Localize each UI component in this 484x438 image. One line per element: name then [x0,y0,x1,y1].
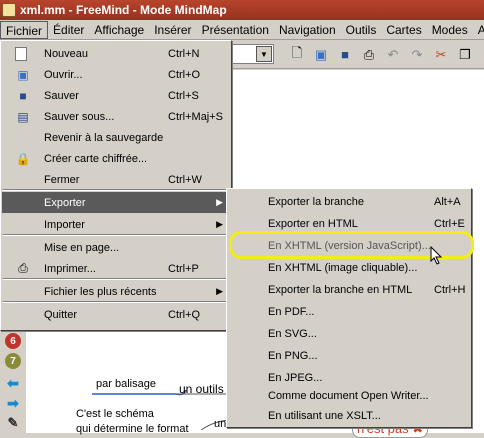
open-folder-icon[interactable]: ▣ [312,46,330,64]
new-file-icon [15,46,27,61]
menu-item-imprimer[interactable]: ⎙ Imprimer... Ctrl+P [2,258,231,279]
app-icon [2,3,16,17]
submenu-item-exporter-branche-html[interactable]: Exporter la branche en HTML Ctrl+H [228,279,471,300]
submenu-item-png[interactable]: En PNG... [228,345,471,366]
menu-item-nouveau[interactable]: Nouveau Ctrl+N [2,43,231,64]
menu-presentation[interactable]: Présentation [197,21,274,39]
menu-item-revenir[interactable]: Revenir à la sauvegarde [2,127,231,148]
arrow-right-icon[interactable]: ➡ [5,395,21,411]
menu-separator [3,278,229,280]
node-un[interactable]: un [214,418,226,430]
menu-outils[interactable]: Outils [341,21,382,39]
submenu-arrow-icon: ▶ [216,286,223,296]
submenu-item-open-writer[interactable]: Comme document Open Writer... [228,385,471,406]
menu-item-fichiers-recents[interactable]: Fichier les plus récents ▶ [2,281,231,302]
submenu-item-exporter-branche[interactable]: Exporter la branche Alt+A [228,191,471,212]
printer-icon: ⎙ [18,261,28,275]
menu-item-sauver[interactable]: ■ Sauver Ctrl+S [2,85,231,106]
menu-affichage[interactable]: Affichage [89,21,149,39]
priority-6-icon[interactable]: 6 [5,333,21,349]
submenu-item-svg[interactable]: En SVG... [228,323,471,344]
zoom-combo[interactable]: ▼ [232,44,274,64]
title-bar: xml.mm - FreeMind - Mode MindMap [0,0,484,20]
new-document-icon[interactable]: 🗋 [288,45,306,64]
menu-item-mise-en-page[interactable]: Mise en page... [2,237,231,258]
menu-separator [3,301,229,303]
menu-navigation[interactable]: Navigation [274,21,341,39]
open-folder-icon: ▣ [17,67,29,82]
menu-modes[interactable]: Modes [427,21,473,39]
lock-icon: 🔒 [15,151,31,166]
window-title: xml.mm - FreeMind - Mode MindMap [20,3,227,17]
menu-item-ouvrir[interactable]: ▣ Ouvrir... Ctrl+O [2,64,231,85]
menu-cartes[interactable]: Cartes [381,21,426,39]
arrow-left-icon[interactable]: ⬅ [5,375,21,391]
menu-separator [3,189,229,191]
undo-icon[interactable]: ↶ [384,46,402,64]
submenu-item-pdf[interactable]: En PDF... [228,301,471,322]
menu-fichier[interactable]: Fichier [0,20,49,39]
menu-item-quitter[interactable]: Quitter Ctrl+Q [2,304,231,325]
submenu-arrow-icon: ▶ [216,219,223,229]
mindmap-canvas-lower[interactable]: par balisage un outils C'est le schéma q… [26,330,232,435]
priority-7-icon[interactable]: 7 [5,353,21,369]
menu-item-importer[interactable]: Importer ▶ [2,214,231,235]
save-icon[interactable]: ■ [336,46,354,64]
chevron-down-icon[interactable]: ▼ [256,46,272,62]
export-submenu: Exporter la branche Alt+A Exporter en HT… [226,188,472,428]
menu-item-fermer[interactable]: Fermer Ctrl+W [2,169,231,190]
note-line-1: C'est le schéma [76,408,154,420]
menu-item-creer-carte-chiffree[interactable]: 🔒 Créer carte chiffrée... [2,148,231,169]
note-line-2: qui détermine le format [76,423,189,435]
menu-separator [3,234,229,236]
copy-icon[interactable]: ❐ [456,46,474,64]
print-icon[interactable]: ⎙ [360,46,378,64]
menu-item-sauver-sous[interactable]: ▤ Sauver sous... Ctrl+Maj+S [2,106,231,127]
menu-item-exporter[interactable]: Exporter ▶ [2,192,231,213]
save-as-icon: ▤ [17,109,29,124]
menu-bar: Fichier Éditer Affichage Insérer Présent… [0,20,484,40]
submenu-arrow-icon: ▶ [216,197,223,207]
file-menu: Nouveau Ctrl+N ▣ Ouvrir... Ctrl+O ■ Sauv… [0,40,232,331]
node-un-outils[interactable]: un outils [179,382,224,396]
redo-icon[interactable]: ↷ [408,46,426,64]
mouse-cursor-icon [430,246,443,265]
pencil-icon[interactable]: ✎ [5,415,21,431]
save-icon: ■ [19,88,27,103]
menu-inserer[interactable]: Insérer [149,21,196,39]
submenu-item-xslt[interactable]: En utilisant une XSLT... [228,405,471,426]
icon-sidebar: 6 7 ⬅ ➡ ✎ [0,330,26,433]
cut-icon[interactable]: ✂ [432,46,450,64]
menu-editer[interactable]: Éditer [48,21,89,39]
menu-aide[interactable]: Aide [473,21,484,39]
